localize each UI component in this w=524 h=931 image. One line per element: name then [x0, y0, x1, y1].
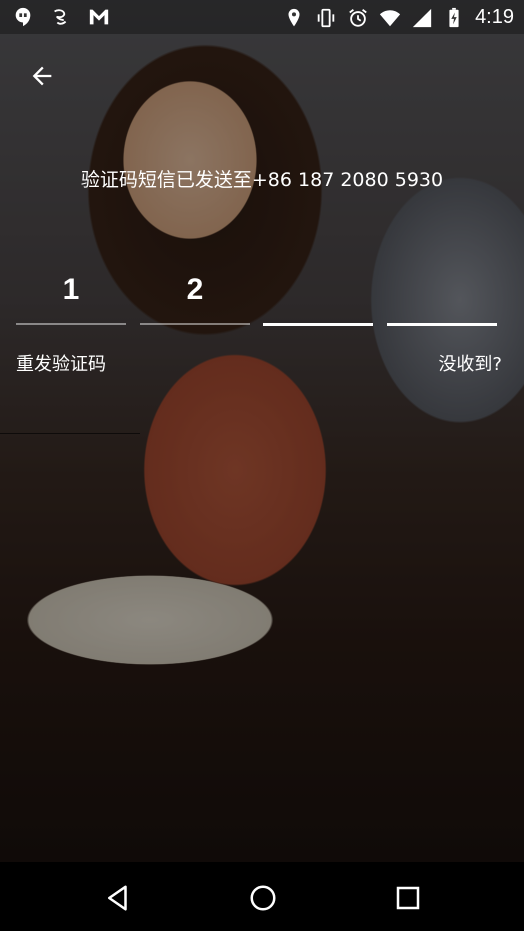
sms-sent-message: 验证码短信已发送至+86 187 2080 5930: [80, 169, 444, 191]
status-left: [12, 6, 110, 28]
arrow-left-icon: [28, 62, 56, 90]
verification-code-input: 1 2: [16, 265, 497, 327]
code-digit-3[interactable]: [263, 265, 373, 327]
verification-screen: 4:19 验证码短信已发送至+86 187 2080 5930 1 2 重发验证…: [0, 0, 524, 931]
nav-back-button[interactable]: [98, 878, 138, 918]
code-digit-1-underline: [16, 323, 126, 325]
status-bar: 4:19: [0, 0, 524, 34]
weibo-icon: [50, 6, 72, 28]
code-digit-4[interactable]: [387, 265, 497, 327]
navigation-bar: [0, 862, 524, 931]
square-recents-icon: [393, 883, 423, 913]
not-received-link[interactable]: 没收到?: [438, 350, 502, 376]
code-digit-2-value: 2: [186, 273, 204, 306]
circle-home-icon: [248, 883, 278, 913]
divider: [0, 433, 140, 434]
nav-recents-button[interactable]: [388, 878, 428, 918]
battery-charging-icon: [443, 7, 465, 29]
nav-home-button[interactable]: [243, 878, 283, 918]
triangle-back-icon: [103, 883, 133, 913]
hangouts-icon: [12, 6, 34, 28]
vibrate-icon: [315, 7, 337, 29]
alarm-icon: [347, 7, 369, 29]
signal-icon: [411, 7, 433, 29]
code-digit-1-value: 1: [62, 273, 80, 306]
code-digit-2[interactable]: 2: [140, 265, 250, 327]
code-digit-3-underline: [263, 323, 373, 326]
code-digit-1[interactable]: 1: [16, 265, 126, 327]
status-right: 4:19: [283, 6, 514, 29]
gmail-icon: [88, 6, 110, 28]
back-button[interactable]: [22, 58, 62, 94]
wifi-icon: [379, 7, 401, 29]
location-icon: [283, 7, 305, 29]
background-overlay: [0, 0, 524, 862]
code-digit-4-underline: [387, 323, 497, 326]
resend-code-button[interactable]: 重发验证码: [16, 350, 106, 376]
code-digit-2-underline: [140, 323, 250, 325]
clock-time: 4:19: [475, 6, 514, 28]
